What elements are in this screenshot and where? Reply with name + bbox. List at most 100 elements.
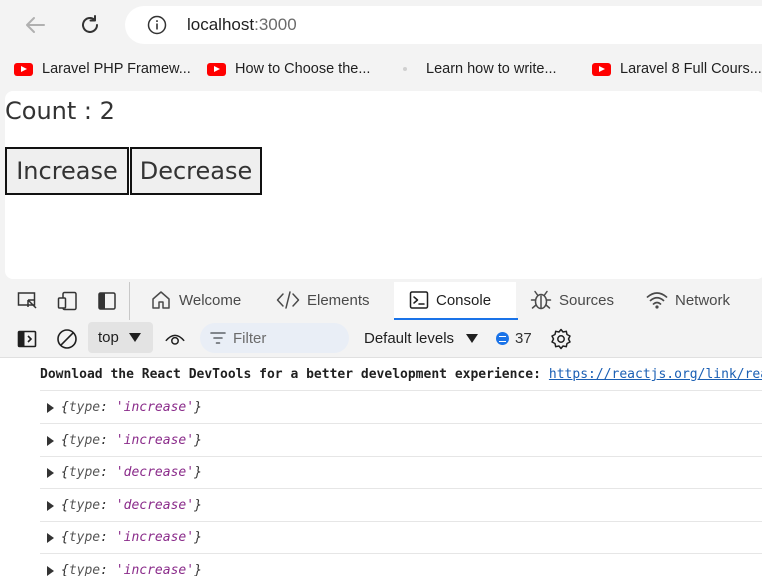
devtools-tabbar: Welcome Elements Console Sources Network [0,282,762,320]
console-object-row[interactable]: {type: 'increase'} [40,392,762,424]
reload-icon [82,15,98,33]
back-button[interactable] [20,10,50,40]
toggle-sidebar-button[interactable] [95,290,119,312]
message-text: Download the React DevTools for a better… [40,367,541,382]
brace: } [194,563,202,576]
object-value: 'increase' [115,530,195,545]
chevron-down-icon [128,333,141,342]
message-icon [496,332,509,345]
reload-button[interactable] [75,10,105,40]
filter-input[interactable] [233,329,333,347]
tab-console[interactable]: Console [393,282,519,320]
object-key: type [68,498,101,513]
levels-label: Default levels [364,330,455,347]
brace: { [61,433,69,448]
context-label: top [98,329,119,346]
console-object-row[interactable]: {type: 'increase'} [40,522,762,554]
object-preview: {type: 'decrease'} [61,498,202,513]
bug-icon [530,290,552,310]
filter-icon [210,332,226,344]
log-levels-dropdown[interactable]: Default levels [364,330,479,347]
filter-box[interactable] [200,323,349,353]
brace: { [61,400,69,415]
clear-console-button[interactable] [56,328,78,350]
console-icon [409,291,429,309]
bookmark-item[interactable]: Laravel PHP Framew... [14,59,191,79]
separator: : [100,530,116,545]
issues-counter[interactable]: 37 [496,330,532,347]
code-icon [276,291,300,309]
site-info-icon[interactable] [147,15,167,35]
tab-label: Welcome [179,291,242,309]
object-preview: {type: 'decrease'} [61,465,202,480]
object-key: type [68,530,101,545]
tab-sources[interactable]: Sources [530,282,614,318]
site-icon [403,67,407,71]
object-preview: {type: 'increase'} [61,530,202,545]
expand-arrow-icon[interactable] [47,467,54,478]
youtube-icon [14,62,33,76]
object-value: 'increase' [115,433,195,448]
tab-label: Network [675,291,731,309]
url-port: :3000 [254,15,297,34]
devtools-panel: Welcome Elements Console Sources Network… [0,282,762,576]
chevron-down-icon [466,334,479,343]
separator: : [100,400,116,415]
bookmark-item[interactable]: Learn how to write... [403,59,557,79]
bookmark-item[interactable]: How to Choose the... [207,59,370,79]
tab-network[interactable]: Network [646,282,730,318]
tab-label: Console [436,291,492,309]
bookmark-label: Learn how to write... [426,61,557,77]
browser-toolbar: localhost:3000 [0,0,762,50]
home-icon [152,291,170,309]
decrease-button[interactable]: Decrease [130,147,262,195]
wifi-icon [646,292,668,309]
inspect-element-button[interactable] [16,290,40,312]
object-key: type [68,465,101,480]
tab-welcome[interactable]: Welcome [150,282,241,318]
console-object-row[interactable]: {type: 'increase'} [40,425,762,457]
brace: { [61,498,69,513]
count-display: Count : 2 [5,97,115,125]
page-viewport: Count : 2 Increase Decrease [5,91,762,279]
expand-arrow-icon[interactable] [47,500,54,511]
console-object-row[interactable]: {type: 'increase'} [40,555,762,576]
object-value: 'increase' [115,400,195,415]
devtools-link[interactable]: https://reactjs.org/link/react-devtools [549,367,762,382]
address-bar[interactable]: localhost:3000 [125,6,762,44]
expand-arrow-icon[interactable] [47,565,54,576]
separator: : [100,563,116,576]
back-arrow-icon [26,17,45,33]
object-value: 'increase' [115,563,195,576]
brace: } [194,530,202,545]
sidebar-icon [98,292,116,310]
console-object-row[interactable]: {type: 'decrease'} [40,490,762,522]
console-object-row[interactable]: {type: 'decrease'} [40,457,762,489]
tab-label: Elements [307,291,370,309]
console-settings-button[interactable] [550,328,572,350]
toolbar-divider [129,282,130,320]
expand-arrow-icon[interactable] [47,435,54,446]
clear-icon [57,329,77,349]
object-preview: {type: 'increase'} [61,433,202,448]
message-count: 37 [515,330,532,347]
expand-arrow-icon[interactable] [47,532,54,543]
brace: { [61,530,69,545]
brace: { [61,465,69,480]
increase-button[interactable]: Increase [5,147,129,195]
eye-icon [165,334,185,345]
bookmark-item[interactable]: Laravel 8 Full Cours... [592,59,762,79]
device-toolbar-button[interactable] [56,290,80,312]
object-preview: {type: 'increase'} [61,400,202,415]
show-console-sidebar-button[interactable] [16,328,38,350]
url-text: localhost:3000 [187,15,297,35]
object-key: type [68,563,101,576]
url-host: localhost [187,15,255,34]
expand-arrow-icon[interactable] [47,402,54,413]
tab-elements[interactable]: Elements [276,282,370,318]
brace: } [194,498,202,513]
live-expression-button[interactable] [164,328,186,350]
context-selector[interactable]: top [88,322,153,353]
youtube-icon [207,62,226,76]
separator: : [100,465,116,480]
